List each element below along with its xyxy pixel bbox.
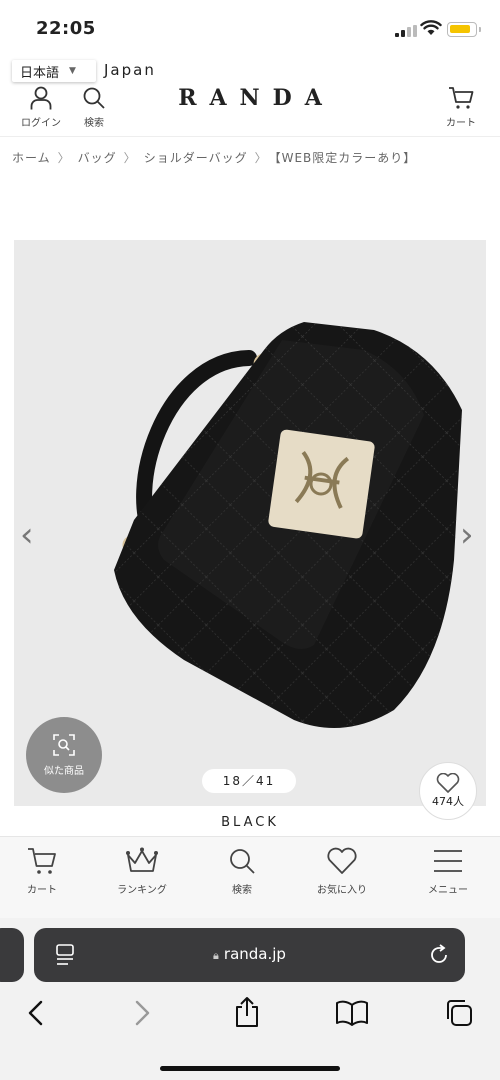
nav-ranking-button[interactable]: ランキング <box>92 847 192 896</box>
site-logo[interactable]: RANDA <box>0 85 500 111</box>
image-counter: 18／41 <box>202 769 296 793</box>
forward-icon[interactable] <box>132 1000 152 1026</box>
breadcrumb-shoulder-bag[interactable]: ショルダーバッグ <box>144 151 248 165</box>
nav-favorites-button[interactable]: お気に入り <box>292 847 392 896</box>
url-display: 🔒︎ randa.jp <box>34 945 465 963</box>
back-icon[interactable] <box>26 1000 46 1026</box>
lock-icon: 🔒︎ <box>213 949 219 962</box>
url-text: randa.jp <box>223 945 286 963</box>
heart-icon <box>327 847 357 874</box>
signal-icon <box>395 25 417 37</box>
header-search-label: 検索 <box>84 118 104 129</box>
image-search-icon <box>53 733 75 756</box>
favorite-count: 474人 <box>432 795 464 808</box>
favorite-button[interactable]: 474人 <box>419 762 477 820</box>
breadcrumb-bag[interactable]: バッグ <box>78 151 117 165</box>
battery-tip <box>479 27 481 32</box>
share-icon[interactable] <box>234 996 260 1028</box>
prev-image-arrow-icon[interactable]: ‹ <box>20 515 34 555</box>
cart-icon <box>28 848 56 874</box>
nav-cart-label: カート <box>27 885 57 896</box>
status-time: 22:05 <box>36 18 96 39</box>
nav-search-button[interactable]: 検索 <box>192 847 292 896</box>
similar-items-button[interactable]: 似た商品 <box>26 717 102 793</box>
breadcrumb-separator: 〉 <box>254 151 268 165</box>
dropdown-caret-icon: ▼ <box>69 66 76 76</box>
crown-icon <box>126 847 158 872</box>
heart-icon <box>436 773 460 793</box>
tabs-icon[interactable] <box>444 998 474 1028</box>
product-image[interactable] <box>14 240 486 806</box>
header-cart-label: カート <box>446 118 476 129</box>
breadcrumb-home[interactable]: ホーム <box>12 151 51 165</box>
nav-menu-button[interactable]: メニュー <box>398 847 498 896</box>
wifi-icon <box>420 20 442 35</box>
status-bar: 22:05 <box>0 0 500 56</box>
header-divider <box>0 136 500 137</box>
menu-icon <box>434 850 462 872</box>
breadcrumb-current: 【WEB限定カラーあり】 <box>274 151 417 165</box>
bottom-nav: カート ランキング 検索 お気に入り メニュー <box>0 836 500 918</box>
nav-cart-button[interactable]: カート <box>0 847 92 896</box>
nav-ranking-label: ランキング <box>117 885 167 896</box>
header-cart-button[interactable]: カート <box>436 86 486 129</box>
language-select[interactable]: 日本語 ▼ <box>12 60 96 82</box>
bookmarks-icon[interactable] <box>336 1000 368 1026</box>
nav-search-label: 検索 <box>232 885 252 896</box>
similar-items-label: 似た商品 <box>44 765 84 777</box>
language-selected: 日本語 <box>20 65 60 81</box>
product-photo-bag <box>114 322 462 728</box>
previous-tab-peek[interactable] <box>0 928 24 982</box>
next-image-arrow-icon[interactable]: › <box>460 515 474 555</box>
nav-menu-label: メニュー <box>428 885 468 896</box>
reload-icon[interactable] <box>428 944 450 966</box>
login-label: ログイン <box>21 118 61 129</box>
breadcrumb-separator: 〉 <box>57 151 71 165</box>
language-region: Japan <box>104 61 156 79</box>
search-icon <box>230 849 255 874</box>
battery-icon <box>447 22 477 37</box>
home-indicator <box>160 1066 340 1071</box>
address-bar[interactable]: 🔒︎ randa.jp <box>34 928 465 982</box>
breadcrumb-separator: 〉 <box>123 151 137 165</box>
nav-favorites-label: お気に入り <box>317 885 367 896</box>
cart-icon <box>449 87 474 109</box>
breadcrumb: ホーム〉バッグ〉ショルダーバッグ〉【WEB限定カラーあり】 <box>12 149 416 166</box>
color-name: BLACK <box>221 815 279 830</box>
